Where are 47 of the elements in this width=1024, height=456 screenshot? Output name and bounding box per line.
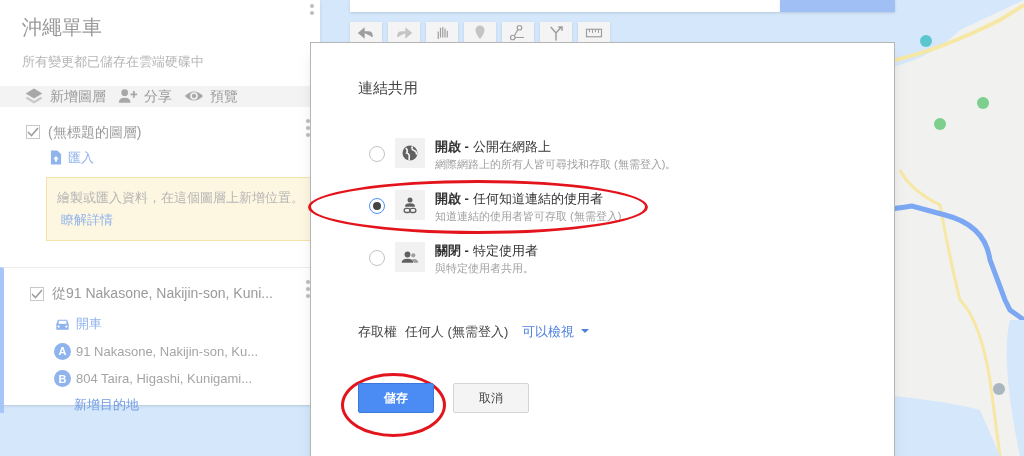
stop-address[interactable]: 91 Nakasone, Nakijin-son, Ku... <box>76 341 259 361</box>
tool-button[interactable] <box>426 22 458 42</box>
stop-marker: A <box>54 342 71 360</box>
more-icon <box>310 4 314 15</box>
layer-card[interactable]: (無標題的圖層) 匯入 繪製或匯入資料，在這個圖層上新增位置。 瞭解詳情 <box>0 106 320 267</box>
option-description: 與特定使用者共用。 <box>435 260 535 276</box>
checkbox[interactable] <box>30 286 44 301</box>
option-title[interactable]: 開啟 - 任何知道連結的使用者 <box>435 189 633 208</box>
map-title[interactable]: 沖繩單車 <box>22 12 298 42</box>
search-field[interactable] <box>350 0 780 12</box>
tool-button[interactable] <box>540 22 572 42</box>
save-status: 所有變更都已儲存在雲端硬碟中 <box>22 53 205 71</box>
tool-button[interactable] <box>578 22 610 42</box>
split-arrow-icon <box>547 24 565 42</box>
permission-dropdown[interactable]: 可以檢視 <box>522 321 590 341</box>
option-title[interactable]: 開啟 - 公開在網路上 <box>435 137 677 156</box>
upload-file-icon <box>50 149 62 165</box>
option-description: 網際網路上的所有人皆可尋找和存取 (無需登入)。 <box>435 156 677 172</box>
panel-action-button[interactable]: 預覽 <box>184 85 238 107</box>
hint-text: 繪製或匯入資料，在這個圖層上新增位置。 <box>57 190 304 205</box>
undo-icon <box>357 24 375 42</box>
tool-button[interactable] <box>502 22 534 42</box>
panel-action-button[interactable]: 分享 <box>118 85 172 107</box>
tool-button[interactable] <box>388 22 420 42</box>
checkbox[interactable] <box>26 125 40 139</box>
tool-button[interactable] <box>350 22 382 42</box>
option-title[interactable]: 關閉 - 特定使用者 <box>435 241 538 260</box>
panel-action-button[interactable]: 新增圖層 <box>24 85 106 107</box>
dropdown-caret-icon <box>581 329 590 334</box>
learn-more-link[interactable]: 瞭解詳情 <box>61 212 113 227</box>
stop-address[interactable]: 804 Taira, Higashi, Kunigami... <box>76 369 253 389</box>
layers-icon <box>24 86 44 106</box>
add-person-icon <box>118 86 138 106</box>
dialog-title: 連結共用 <box>358 78 419 98</box>
access-value: 任何人 (無需登入) <box>405 322 509 341</box>
layer-title[interactable]: (無標題的圖層) <box>48 121 142 143</box>
layer-title[interactable]: 從91 Nakasone, Nakijin-son, Kuni... <box>52 283 273 304</box>
access-label: 存取權 <box>358 322 397 341</box>
add-destination-link[interactable]: 新增目的地 <box>74 396 139 413</box>
travel-mode-button[interactable]: 開車 <box>54 314 102 334</box>
tool-button[interactable] <box>464 22 496 42</box>
import-link[interactable]: 匯入 <box>50 147 94 167</box>
cancel-button[interactable]: 取消 <box>453 383 529 413</box>
save-button[interactable]: 儲存 <box>358 383 434 413</box>
stop-marker: B <box>54 370 71 388</box>
line-icon <box>509 24 527 42</box>
redo-icon <box>395 24 413 42</box>
